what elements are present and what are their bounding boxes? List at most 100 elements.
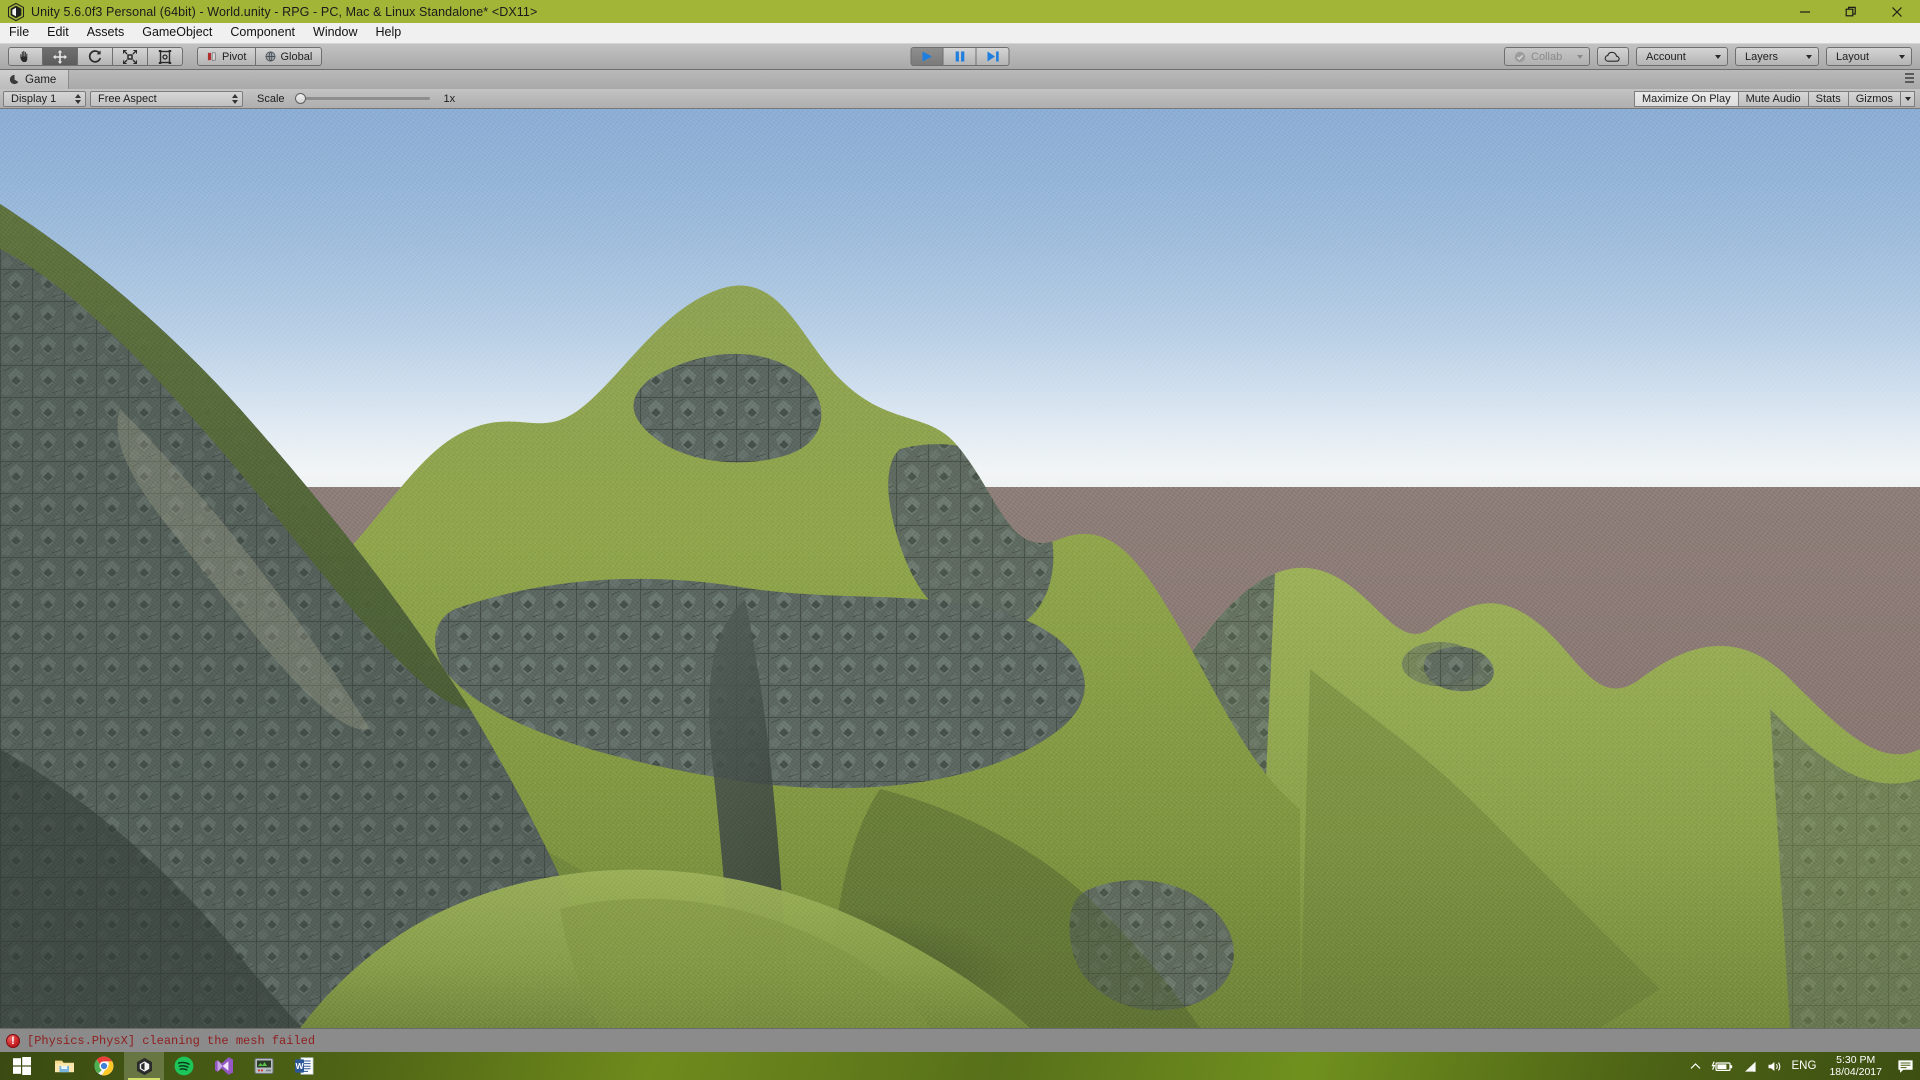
chevron-down-icon — [1806, 54, 1812, 59]
toolbar-right-group: Collab Account Layers Layout — [1504, 47, 1920, 66]
scale-label: Scale — [257, 92, 285, 105]
pivot-global-group: Pivot Global — [197, 47, 323, 66]
main-toolbar: Pivot Global Collab Account Layers Layou… — [0, 44, 1920, 70]
cloud-icon — [1604, 51, 1620, 62]
system-tray: ENG 5:30 PM 18/04/2017 — [1689, 1052, 1920, 1080]
unity-editor-window: Unity 5.6.0f3 Personal (64bit) - World.u… — [0, 0, 1920, 1080]
game-view-toolbar: Display 1 Free Aspect Scale 1x Maximize … — [0, 89, 1920, 109]
start-button[interactable] — [0, 1052, 44, 1080]
menu-component[interactable]: Component — [221, 23, 304, 43]
pause-icon — [955, 51, 964, 62]
step-icon — [987, 51, 999, 62]
collab-check-icon — [1514, 51, 1526, 62]
mute-audio-toggle[interactable]: Mute Audio — [1738, 90, 1809, 107]
play-button[interactable] — [910, 47, 944, 66]
tab-game[interactable]: Game — [0, 70, 70, 89]
taskbar-emulator[interactable] — [244, 1052, 284, 1080]
globe-icon — [266, 51, 276, 62]
display-dropdown[interactable]: Display 1 — [3, 90, 86, 107]
menu-help[interactable]: Help — [366, 23, 410, 43]
error-icon: ! — [6, 1033, 20, 1048]
unity-logo-icon — [7, 2, 25, 21]
emulator-icon — [254, 1058, 274, 1074]
pivot-label: Pivot — [222, 50, 247, 63]
status-message: [Physics.PhysX] cleaning the mesh failed — [27, 1033, 316, 1048]
hand-icon — [19, 50, 27, 62]
folder-icon — [54, 1060, 74, 1073]
move-arrows-icon — [53, 49, 67, 64]
restore-button[interactable] — [1828, 0, 1874, 23]
hand-tool-button[interactable] — [8, 47, 43, 66]
menu-assets[interactable]: Assets — [78, 23, 134, 43]
layers-dropdown[interactable]: Layers — [1735, 47, 1819, 66]
notifications-icon[interactable] — [1895, 1059, 1914, 1074]
step-button[interactable] — [976, 47, 1010, 66]
scale-slider[interactable] — [294, 91, 430, 107]
taskbar-spotify[interactable] — [164, 1052, 204, 1080]
volume-icon[interactable] — [1767, 1060, 1783, 1073]
account-dropdown[interactable]: Account — [1636, 47, 1728, 66]
stepper-icon — [75, 93, 81, 104]
chevron-up-icon[interactable] — [1689, 1060, 1702, 1073]
gizmos-dropdown-button[interactable] — [1901, 90, 1915, 107]
cloud-button[interactable] — [1597, 47, 1629, 66]
taskbar-visual-studio[interactable] — [204, 1052, 244, 1080]
pause-button[interactable] — [943, 47, 977, 66]
game-view-toggles: Maximize On Play Mute Audio Stats Gizmos — [1633, 90, 1917, 107]
menu-file[interactable]: File — [0, 23, 38, 43]
language-indicator[interactable]: ENG — [1792, 1060, 1817, 1072]
rotate-tool-button[interactable] — [78, 47, 113, 66]
pivot-icon — [207, 52, 216, 61]
chevron-down-icon — [1904, 96, 1911, 101]
panel-menu-icon[interactable] — [1905, 73, 1914, 83]
gizmos-toggle[interactable]: Gizmos — [1848, 90, 1901, 107]
stats-toggle[interactable]: Stats — [1808, 90, 1849, 107]
chevron-down-icon — [1899, 54, 1905, 59]
clock[interactable]: 5:30 PM 18/04/2017 — [1825, 1054, 1886, 1078]
layout-label: Layout — [1836, 50, 1870, 63]
rect-transform-tool-button[interactable] — [148, 47, 183, 66]
scale-slider-knob[interactable] — [294, 93, 306, 104]
minimize-button[interactable] — [1782, 0, 1828, 23]
status-bar[interactable]: ! [Physics.PhysX] cleaning the mesh fail… — [0, 1028, 1920, 1052]
close-button[interactable] — [1874, 0, 1920, 23]
aspect-dropdown[interactable]: Free Aspect — [90, 90, 243, 107]
window-title: Unity 5.6.0f3 Personal (64bit) - World.u… — [31, 4, 538, 19]
play-icon — [922, 51, 932, 62]
move-tool-button[interactable] — [43, 47, 78, 66]
scale-tool-button[interactable] — [113, 47, 148, 66]
global-toggle[interactable]: Global — [256, 47, 323, 66]
collab-label: Collab — [1531, 50, 1563, 63]
layout-dropdown[interactable]: Layout — [1826, 47, 1912, 66]
menu-window[interactable]: Window — [304, 23, 366, 43]
play-controls-group — [910, 47, 1010, 66]
global-label: Global — [280, 50, 313, 63]
window-controls — [1782, 0, 1920, 23]
taskbar-unity[interactable] — [124, 1052, 164, 1080]
rect-transform-icon — [158, 49, 172, 64]
game-render-viewport[interactable] — [0, 109, 1920, 1028]
pivot-toggle[interactable]: Pivot — [197, 47, 257, 66]
taskbar-chrome[interactable] — [84, 1052, 124, 1080]
taskbar-word[interactable]: W — [284, 1052, 324, 1080]
wifi-icon[interactable] — [1742, 1060, 1758, 1073]
account-label: Account — [1646, 50, 1686, 63]
game-view-icon — [9, 74, 19, 85]
maximize-on-play-toggle[interactable]: Maximize On Play — [1633, 90, 1739, 107]
stepper-icon — [232, 93, 238, 104]
scale-icon — [123, 49, 137, 64]
menu-edit[interactable]: Edit — [38, 23, 78, 43]
word-icon: W — [295, 1057, 314, 1075]
collab-button[interactable]: Collab — [1504, 47, 1590, 66]
display-label: Display 1 — [11, 92, 57, 105]
tab-game-label: Game — [25, 73, 57, 86]
taskbar-file-explorer[interactable] — [44, 1052, 84, 1080]
unity-logo-icon — [136, 1057, 152, 1075]
scale-value: 1x — [443, 92, 456, 105]
battery-charging-icon[interactable] — [1710, 1060, 1733, 1073]
menu-gameobject[interactable]: GameObject — [133, 23, 221, 43]
chevron-down-icon — [1715, 54, 1721, 59]
menu-bar: File Edit Assets GameObject Component Wi… — [0, 23, 1920, 44]
windows-taskbar: W ENG 5:30 PM 18/04/2017 — [0, 1052, 1920, 1080]
svg-text:W: W — [295, 1061, 304, 1071]
